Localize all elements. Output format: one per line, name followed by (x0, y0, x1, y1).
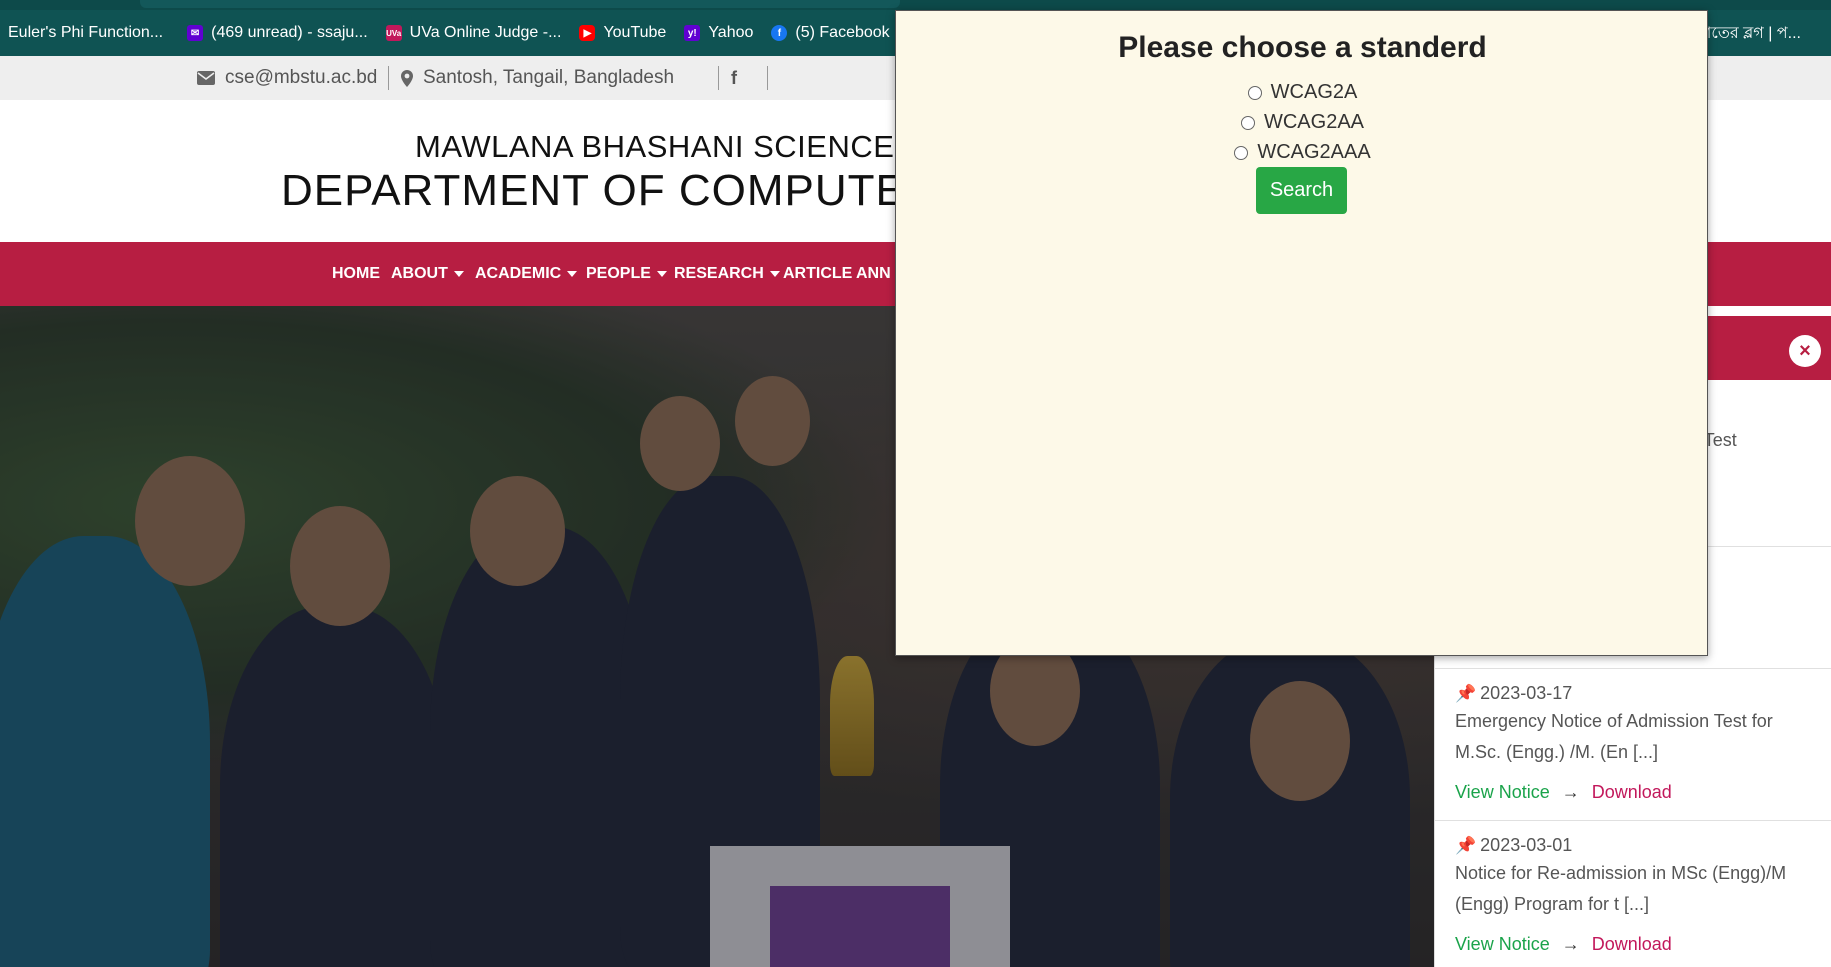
view-notice-link[interactable]: View Notice (1455, 934, 1550, 955)
radio-button[interactable] (1240, 115, 1255, 130)
pushpin-icon: 📌 (1455, 835, 1477, 855)
bookmark-label: UVa Online Judge -... (409, 24, 562, 41)
radio-label: WCAG2A (1270, 81, 1358, 103)
caret-down-icon (769, 271, 780, 277)
close-icon: × (1799, 339, 1811, 362)
location-text: Santosh, Tangail, Bangladesh (423, 67, 675, 88)
bookmark-yahoo-mail[interactable]: ✉ (469 unread) - ssaju... (179, 24, 378, 42)
nav-label: HOME (332, 265, 380, 282)
radio-label: WCAG2AAA (1257, 141, 1371, 163)
active-tab[interactable] (140, 0, 900, 8)
nav-label: PEOPLE (586, 265, 651, 282)
photo-face (470, 476, 565, 586)
divider (718, 66, 719, 90)
bookmark-label: YouTube (603, 24, 667, 41)
arrow-right-icon: → (1561, 934, 1580, 954)
photo-trophy (830, 656, 874, 776)
photo-figure (0, 536, 210, 967)
map-pin-icon (401, 69, 413, 87)
photo-figure (220, 606, 450, 967)
divider (388, 66, 389, 90)
nav-label: ACADEMIC (475, 265, 562, 282)
bookmark-facebook[interactable]: f (5) Facebook (763, 24, 899, 42)
notice-item: 📌 2023-03-17 Emergency Notice of Admissi… (1435, 669, 1831, 821)
location-info: Santosh, Tangail, Bangladesh (401, 56, 674, 100)
arrow-right-icon: → (1561, 782, 1580, 802)
wcag-standard-popup: Please choose a standerd WCAG2A WCAG2AA … (895, 10, 1708, 656)
photo-figure (940, 606, 1160, 967)
pushpin-icon: 📌 (1455, 683, 1477, 703)
bookmark-yahoo[interactable]: y! Yahoo (676, 24, 763, 42)
radio-option-wcag2a[interactable]: WCAG2A (896, 81, 1709, 104)
photo-face (290, 506, 390, 626)
notice-item: 📌 2023-03-01 Notice for Re-admission in … (1435, 821, 1831, 967)
photo-figure (430, 526, 650, 967)
radio-button[interactable] (1234, 145, 1249, 160)
radio-option-wcag2aa[interactable]: WCAG2AA (896, 111, 1709, 134)
bookmark-euler[interactable]: Euler's Phi Function... (0, 24, 173, 42)
bookmark-label: (469 unread) - ssaju... (211, 24, 368, 41)
university-name: MAWLANA BHASHANI SCIENCE AND (415, 129, 969, 164)
search-button[interactable]: Search (1256, 167, 1347, 214)
yahoo-mail-icon: ✉ (187, 25, 204, 41)
nav-about[interactable]: ABOUT (391, 242, 464, 306)
photo-face (135, 456, 245, 586)
facebook-icon: f (771, 25, 788, 41)
bookmark-label: (5) Facebook (795, 24, 890, 41)
bookmark-label: Yahoo (708, 24, 754, 41)
youtube-icon: ▶ (579, 25, 596, 41)
notice-date: 📌 2023-03-17 (1455, 683, 1572, 704)
facebook-link-icon[interactable]: f (731, 56, 737, 100)
email-text: cse@mbstu.ac.bd (225, 67, 378, 88)
radio-button[interactable] (1247, 85, 1262, 100)
photo-face (1250, 681, 1350, 801)
nav-article[interactable]: ARTICLE (783, 242, 852, 306)
bookmark-uva[interactable]: UVa UVa Online Judge -... (378, 24, 572, 42)
notice-title[interactable]: Emergency Notice of Admission Test for M… (1455, 706, 1815, 768)
nav-research[interactable]: RESEARCH (674, 242, 780, 306)
nav-label: ANN (856, 265, 891, 282)
nav-academic[interactable]: ACADEMIC (475, 242, 578, 306)
photo-face (640, 396, 720, 491)
envelope-icon (197, 71, 215, 85)
nav-announcement[interactable]: ANN (856, 242, 891, 306)
notice-date-text: 2023-03-17 (1480, 683, 1573, 703)
nav-label: ABOUT (391, 265, 448, 282)
browser-tab-strip (0, 0, 1831, 10)
yahoo-icon: y! (684, 25, 701, 41)
photo-flag-emblem (770, 886, 950, 967)
radio-label: WCAG2AA (1263, 111, 1365, 133)
photo-figure (620, 476, 820, 967)
bookmark-label: Euler's Phi Function... (8, 24, 164, 41)
photo-face (735, 376, 810, 466)
download-link[interactable]: Download (1592, 934, 1672, 955)
nav-label: RESEARCH (674, 265, 764, 282)
nav-home[interactable]: HOME (332, 242, 380, 306)
download-link[interactable]: Download (1592, 782, 1672, 803)
view-notice-link[interactable]: View Notice (1455, 782, 1550, 803)
email-info[interactable]: cse@mbstu.ac.bd (197, 56, 377, 100)
caret-down-icon (453, 271, 464, 277)
photo-figure (1170, 636, 1410, 967)
notice-date-text: 2023-03-01 (1480, 835, 1573, 855)
caret-down-icon (567, 271, 578, 277)
uva-icon: UVa (385, 25, 402, 41)
nav-people[interactable]: PEOPLE (586, 242, 667, 306)
notice-links: View Notice → Download (1455, 782, 1672, 803)
notice-date: 📌 2023-03-01 (1455, 835, 1572, 856)
bookmark-youtube[interactable]: ▶ YouTube (571, 24, 676, 42)
nav-label: ARTICLE (783, 265, 853, 282)
photo-flag (710, 846, 1010, 967)
divider (767, 66, 768, 90)
radio-option-wcag2aaa[interactable]: WCAG2AAA (896, 141, 1709, 164)
notice-links: View Notice → Download (1455, 934, 1672, 955)
popup-title: Please choose a standerd (1118, 31, 1487, 64)
close-notice-button[interactable]: × (1789, 335, 1821, 367)
caret-down-icon (656, 271, 667, 277)
notice-title[interactable]: Notice for Re-admission in MSc (Engg)/M … (1455, 858, 1815, 920)
